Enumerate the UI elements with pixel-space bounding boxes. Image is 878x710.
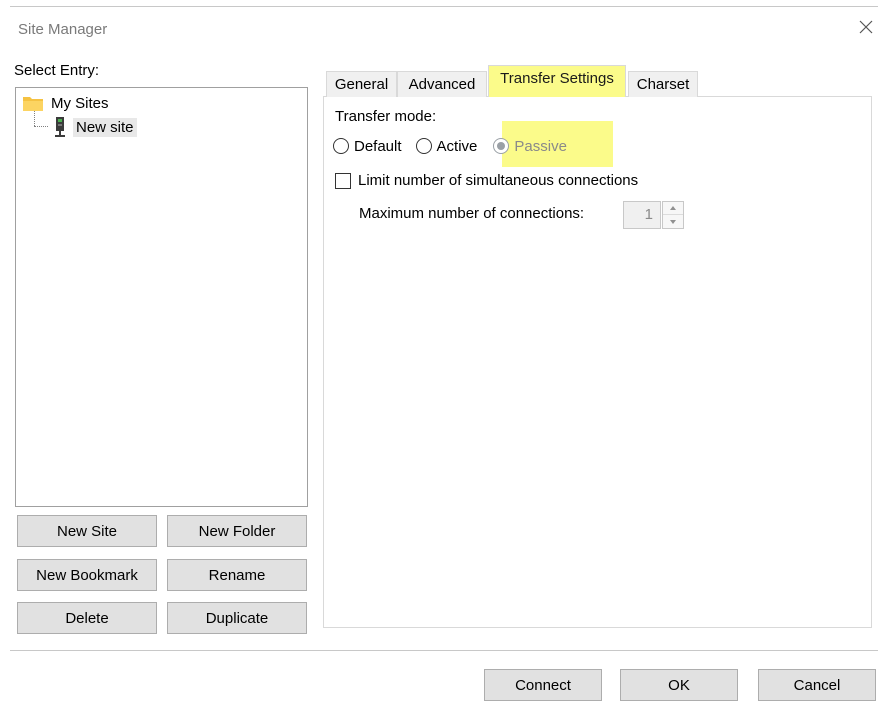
radio-label: Active [436, 137, 478, 155]
close-icon[interactable] [857, 18, 875, 36]
tab-charset[interactable]: Charset [628, 71, 698, 97]
radio-default[interactable]: Default [333, 138, 402, 155]
max-connections-label: Maximum number of connections: [359, 205, 585, 222]
max-connections-stepper[interactable] [662, 201, 684, 229]
tree-item-label: My Sites [51, 94, 109, 112]
radio-circle [415, 138, 432, 154]
folder-icon [23, 97, 43, 111]
stepper-up-button[interactable] [663, 202, 683, 215]
transfer-mode-group: Default Active Passive [333, 135, 581, 157]
checkbox-label: Limit number of simultaneous connections [358, 172, 639, 189]
delete-button[interactable]: Delete [17, 602, 157, 634]
connect-button[interactable]: Connect [484, 669, 602, 701]
radio-circle [493, 138, 510, 154]
duplicate-button[interactable]: Duplicate [167, 602, 307, 634]
radio-active[interactable]: Active [415, 137, 478, 155]
select-entry-label: Select Entry: [14, 62, 100, 79]
ok-button[interactable]: OK [620, 669, 738, 701]
new-site-button[interactable]: New Site [17, 515, 157, 547]
checkbox-box [335, 172, 351, 189]
new-folder-button[interactable]: New Folder [167, 515, 307, 547]
radio-circle [333, 138, 349, 154]
transfer-mode-label: Transfer mode: [335, 108, 437, 125]
stepper-down-button[interactable] [663, 215, 683, 228]
top-divider [10, 6, 878, 7]
tab-general[interactable]: General [326, 71, 397, 97]
max-connections-input[interactable]: 1 [623, 201, 661, 229]
tree-item-new-site[interactable]: New site [31, 116, 137, 138]
chevron-down-icon [670, 219, 676, 224]
new-bookmark-button[interactable]: New Bookmark [17, 559, 157, 591]
chevron-up-icon [670, 206, 676, 210]
tab-transfer-settings[interactable]: Transfer Settings [488, 65, 626, 97]
footer-divider [10, 650, 878, 651]
tab-advanced[interactable]: Advanced [397, 71, 487, 97]
radio-passive[interactable]: Passive [493, 138, 567, 155]
cancel-button[interactable]: Cancel [758, 669, 876, 701]
server-icon [55, 117, 65, 137]
tree-item-my-sites[interactable]: My Sites [23, 92, 109, 114]
rename-button[interactable]: Rename [167, 559, 307, 591]
window-title: Site Manager [18, 21, 108, 38]
radio-label: Default [354, 137, 402, 155]
site-tree[interactable]: My Sites New site [15, 87, 308, 507]
radio-label: Passive [514, 137, 567, 155]
tree-item-label: New site [73, 117, 137, 137]
limit-connections-checkbox[interactable]: Limit number of simultaneous connections [335, 172, 638, 189]
